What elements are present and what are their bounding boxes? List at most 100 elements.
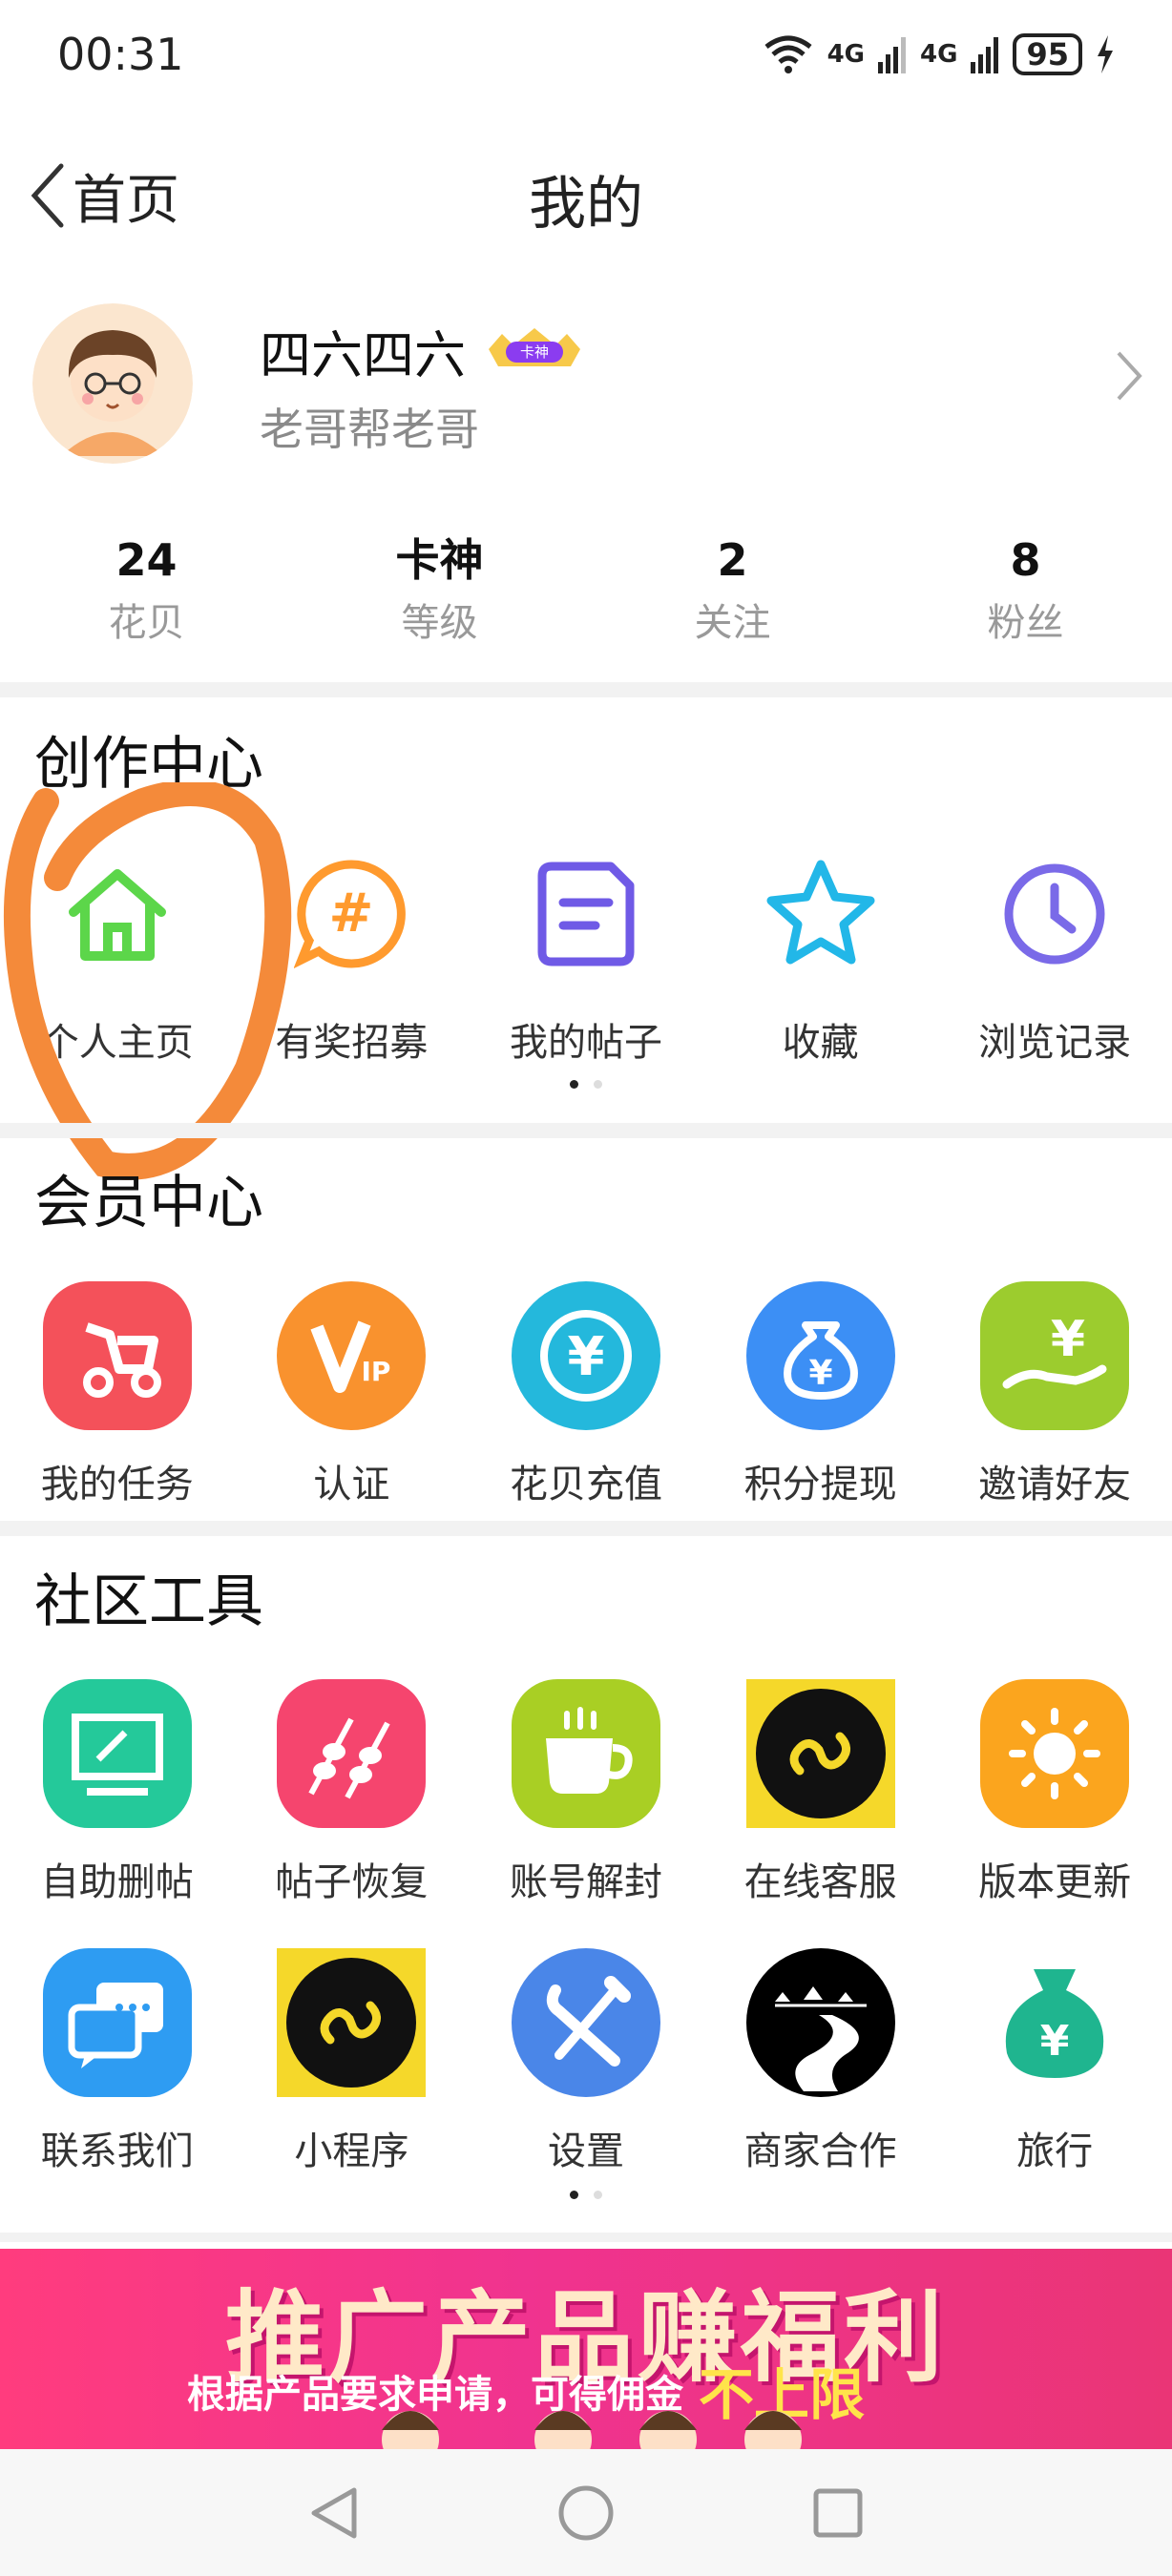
item-label: 收藏 <box>782 1021 859 1065</box>
sun-icon <box>980 1679 1130 1828</box>
tools-grid-row-1: 自助删帖 帖子恢复 账号解封 在线客服 版本更新 <box>0 1679 1172 1906</box>
nav-recents-icon[interactable] <box>812 2487 864 2539</box>
banner-characters <box>382 2411 802 2449</box>
item-favorites[interactable]: 收藏 <box>703 840 938 1067</box>
stat-followers[interactable]: 8 粉丝 <box>879 530 1172 652</box>
money-bag-icon: ¥ <box>745 1281 895 1430</box>
item-invite[interactable]: ¥ 邀请好友 <box>937 1281 1172 1508</box>
item-contact-us[interactable]: 联系我们 <box>0 1948 235 2175</box>
item-label: 旅行 <box>1016 2129 1094 2173</box>
profile-detail-arrow[interactable] <box>1115 349 1143 406</box>
item-label: 邀请好友 <box>978 1463 1132 1506</box>
document-icon <box>512 840 660 988</box>
item-settings[interactable]: 设置 <box>469 1948 703 2175</box>
nav-back-icon[interactable] <box>308 2484 360 2542</box>
nickname: 四六四六 <box>260 325 466 385</box>
section-divider <box>0 2233 1172 2242</box>
hand-yuan-icon: ¥ <box>980 1281 1130 1430</box>
item-business-cooperation[interactable]: 商家合作 <box>703 1948 938 2175</box>
item-label: 浏览记录 <box>978 1021 1132 1065</box>
page-dot-active <box>570 2191 578 2199</box>
item-label: 帖子恢复 <box>275 1860 429 1904</box>
scooter-icon <box>42 1281 192 1430</box>
money-bag-icon: ¥ <box>980 1948 1129 2097</box>
avatar[interactable] <box>32 303 193 464</box>
item-label: 设置 <box>547 2129 624 2173</box>
mini-program-icon <box>277 1948 427 2097</box>
promo-banner[interactable]: 推广产品赚福利 根据产品要求申请，可得佣金 不上限 <box>0 2249 1172 2449</box>
chat-icon <box>42 1948 192 2097</box>
section-divider <box>0 682 1172 697</box>
item-label: 版本更新 <box>978 1860 1132 1904</box>
page-dot-active <box>570 1080 578 1089</box>
level-badge-text: 卡神 <box>520 343 549 361</box>
item-label: 账号解封 <box>509 1860 662 1904</box>
clock-icon <box>980 840 1129 988</box>
svg-text:¥: ¥ <box>568 1326 605 1388</box>
svg-text:¥: ¥ <box>808 1354 832 1393</box>
item-label: 小程序 <box>294 2129 409 2173</box>
item-account-unban[interactable]: 账号解封 <box>469 1679 703 1906</box>
community-tools-title: 社区工具 <box>34 1568 263 1635</box>
vip-icon: IP <box>277 1281 427 1430</box>
item-verification[interactable]: IP 认证 <box>235 1281 470 1508</box>
coin-recharge-icon: ¥ <box>511 1281 660 1430</box>
page-indicator <box>0 2191 1172 2199</box>
item-version-update[interactable]: 版本更新 <box>937 1679 1172 1906</box>
signal-2-icon <box>971 37 999 73</box>
stat-label: 花贝 <box>108 601 185 645</box>
stat-label: 等级 <box>401 601 478 645</box>
stat-value: 24 <box>115 534 178 586</box>
item-travel[interactable]: ¥ 旅行 <box>937 1948 1172 2175</box>
status-time: 00:31 <box>57 29 184 80</box>
nav-home-icon[interactable] <box>557 2484 615 2542</box>
chevron-right-icon <box>1117 351 1142 401</box>
skewer-icon <box>277 1679 427 1828</box>
charging-icon <box>1098 35 1113 73</box>
page-dot <box>594 2191 602 2199</box>
item-label: 商家合作 <box>743 2129 897 2173</box>
signature: 老哥帮老哥 <box>260 404 479 455</box>
item-label: 在线客服 <box>743 1860 897 1904</box>
item-recharge[interactable]: ¥ 花贝充值 <box>469 1281 703 1508</box>
member-grid: 我的任务 IP 认证 ¥ 花贝充值 ¥ 积分提现 ¥ 邀请好友 <box>0 1281 1172 1508</box>
item-my-tasks[interactable]: 我的任务 <box>0 1281 235 1508</box>
stat-level[interactable]: 卡神 等级 <box>293 530 586 652</box>
item-post-recovery[interactable]: 帖子恢复 <box>235 1679 470 1906</box>
svg-text:¥: ¥ <box>1051 1311 1085 1368</box>
item-label: 自助删帖 <box>40 1860 194 1904</box>
star-icon <box>746 840 895 988</box>
page-dot <box>594 1080 602 1089</box>
tools-grid-row-2: 联系我们 小程序 设置 商家合作 ¥ 旅行 <box>0 1948 1172 2175</box>
monitor-edit-icon <box>42 1679 192 1828</box>
section-divider <box>0 1123 1172 1138</box>
item-label: 我的帖子 <box>509 1021 662 1065</box>
stat-huabei[interactable]: 24 花贝 <box>0 530 293 652</box>
item-label: 认证 <box>313 1463 390 1506</box>
item-label: 花贝充值 <box>509 1463 662 1506</box>
item-label: 我的任务 <box>40 1463 194 1506</box>
item-label: 积分提现 <box>743 1463 897 1506</box>
svg-text:IP: IP <box>362 1356 391 1387</box>
member-center-title: 会员中心 <box>34 1170 263 1236</box>
wrench-icon <box>511 1948 660 2097</box>
item-mini-program[interactable]: 小程序 <box>235 1948 470 2175</box>
stat-following[interactable]: 2 关注 <box>586 530 879 652</box>
item-online-support[interactable]: 在线客服 <box>703 1679 938 1906</box>
item-self-delete-post[interactable]: 自助删帖 <box>0 1679 235 1906</box>
stat-value: 卡神 <box>395 534 484 586</box>
item-withdraw[interactable]: ¥ 积分提现 <box>703 1281 938 1508</box>
stat-value: 2 <box>717 534 748 586</box>
item-history[interactable]: 浏览记录 <box>937 840 1172 1067</box>
svg-text:¥: ¥ <box>1040 2017 1070 2066</box>
mini-program-icon <box>745 1679 895 1828</box>
signal-1-icon <box>878 37 907 73</box>
level-badge: 卡神 <box>485 324 584 376</box>
coffee-cup-icon <box>511 1679 660 1828</box>
item-my-posts[interactable]: 我的帖子 <box>469 840 703 1067</box>
stat-value: 8 <box>1010 534 1041 586</box>
stat-label: 关注 <box>694 601 771 645</box>
page-title: 我的 <box>529 171 643 238</box>
stat-label: 粉丝 <box>987 601 1064 645</box>
signal-1-label: 4G <box>827 40 866 69</box>
